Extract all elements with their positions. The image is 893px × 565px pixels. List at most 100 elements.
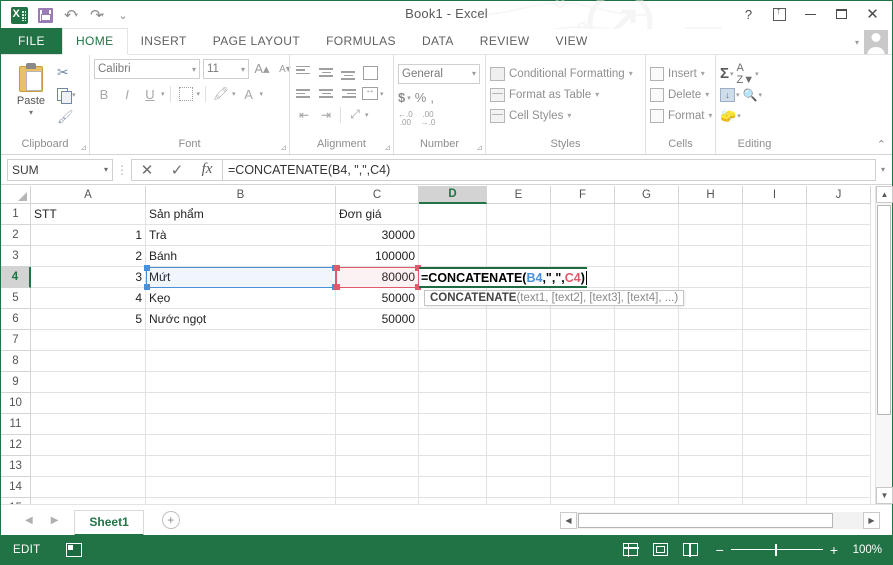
tab-review[interactable]: REVIEW [467, 29, 543, 54]
cell-H9[interactable] [679, 372, 743, 393]
cell-A4[interactable]: 3 [31, 267, 146, 288]
cell-C8[interactable] [336, 351, 419, 372]
cell-G6[interactable] [615, 309, 679, 330]
font-size-input[interactable]: 11 ▾ [203, 59, 249, 79]
font-name-input[interactable]: Calibri ▾ [94, 59, 200, 79]
tab-file[interactable]: FILE [1, 28, 62, 54]
select-all-button[interactable] [1, 186, 31, 204]
in-cell-formula-editor[interactable]: =CONCATENATE(B4, ",",C4) [419, 267, 587, 288]
scroll-right-icon[interactable]: ▶ [863, 512, 880, 529]
normal-view-icon[interactable] [616, 539, 646, 561]
chevron-down-icon[interactable]: ▾ [758, 91, 762, 99]
cell-F1[interactable] [551, 204, 615, 225]
cell-E12[interactable] [487, 435, 551, 456]
horizontal-scrollbar[interactable]: ◀ ▶ [560, 512, 880, 529]
cell-I7[interactable] [743, 330, 807, 351]
cell-F9[interactable] [551, 372, 615, 393]
chevron-down-icon[interactable]: ▾ [730, 70, 734, 78]
cell-D6[interactable] [419, 309, 487, 330]
borders-icon[interactable] [176, 84, 196, 104]
sheet-tab-sheet1[interactable]: Sheet1 [74, 510, 143, 536]
chevron-down-icon[interactable]: ▾ [595, 90, 599, 99]
zoom-slider-thumb[interactable] [775, 544, 777, 556]
cell-H1[interactable] [679, 204, 743, 225]
cell-B5[interactable]: Kẹo [146, 288, 336, 309]
chevron-down-icon[interactable]: ▾ [241, 65, 245, 74]
cell-J13[interactable] [807, 456, 871, 477]
italic-icon[interactable]: I [117, 84, 137, 104]
cell-C14[interactable] [336, 477, 419, 498]
chevron-down-icon[interactable]: ▾ [755, 70, 759, 78]
format-painter-button[interactable]: 🖌 [57, 107, 76, 126]
cancel-formula-icon[interactable]: ✕ [132, 160, 162, 180]
number-dialog-launcher[interactable]: ⊿ [476, 143, 483, 152]
tab-view[interactable]: VIEW [543, 29, 601, 54]
tab-page-layout[interactable]: PAGE LAYOUT [200, 29, 313, 54]
cell-B9[interactable] [146, 372, 336, 393]
cell-F14[interactable] [551, 477, 615, 498]
cell-E10[interactable] [487, 393, 551, 414]
clipboard-dialog-launcher[interactable]: ⊿ [80, 143, 87, 152]
chevron-down-icon[interactable]: ▾ [380, 90, 384, 98]
cell-E8[interactable] [487, 351, 551, 372]
column-header-f[interactable]: F [551, 186, 615, 204]
row-header-14[interactable]: 14 [1, 477, 31, 498]
cell-H7[interactable] [679, 330, 743, 351]
row-header-7[interactable]: 7 [1, 330, 31, 351]
chevron-down-icon[interactable]: ▾ [737, 112, 741, 120]
enter-formula-icon[interactable]: ✓ [162, 160, 192, 180]
next-sheet-icon[interactable]: ▶ [51, 515, 59, 526]
cell-G14[interactable] [615, 477, 679, 498]
row-header-11[interactable]: 11 [1, 414, 31, 435]
find-select-icon[interactable]: 🔍 [743, 88, 758, 102]
chevron-down-icon[interactable]: ▾ [72, 91, 76, 99]
cell-G7[interactable] [615, 330, 679, 351]
cell-H4[interactable] [679, 267, 743, 288]
cell-A9[interactable] [31, 372, 146, 393]
cell-J8[interactable] [807, 351, 871, 372]
align-left-icon[interactable] [294, 84, 314, 104]
cell-A5[interactable]: 4 [31, 288, 146, 309]
cell-I11[interactable] [743, 414, 807, 435]
cell-F7[interactable] [551, 330, 615, 351]
page-layout-view-icon[interactable] [646, 539, 676, 561]
column-header-i[interactable]: I [743, 186, 807, 204]
cell-G13[interactable] [615, 456, 679, 477]
insert-function-icon[interactable]: fx [192, 160, 222, 180]
scroll-left-icon[interactable]: ◀ [560, 512, 577, 529]
chevron-down-icon[interactable]: ▾ [161, 90, 165, 98]
bold-icon[interactable]: B [94, 84, 114, 104]
tab-home[interactable]: HOME [62, 28, 128, 55]
bottom-align-icon[interactable] [338, 63, 358, 83]
cell-D2[interactable] [419, 225, 487, 246]
cell-E14[interactable] [487, 477, 551, 498]
cell-D3[interactable] [419, 246, 487, 267]
row-header-13[interactable]: 13 [1, 456, 31, 477]
cell-A10[interactable] [31, 393, 146, 414]
cell-D9[interactable] [419, 372, 487, 393]
cell-C4[interactable]: 80000 [336, 267, 419, 288]
cell-E6[interactable] [487, 309, 551, 330]
zoom-slider[interactable] [731, 549, 823, 551]
chevron-down-icon[interactable]: ▾ [705, 90, 709, 99]
cell-J14[interactable] [807, 477, 871, 498]
cell-B14[interactable] [146, 477, 336, 498]
cell-C13[interactable] [336, 456, 419, 477]
row-header-4[interactable]: 4 [1, 267, 31, 288]
row-header-6[interactable]: 6 [1, 309, 31, 330]
sort-filter-icon[interactable]: AZ▼ [737, 62, 755, 86]
row-header-5[interactable]: 5 [1, 288, 31, 309]
cell-B4[interactable]: Mứt [146, 267, 336, 288]
cell-D11[interactable] [419, 414, 487, 435]
cell-D7[interactable] [419, 330, 487, 351]
cell-E2[interactable] [487, 225, 551, 246]
help-icon[interactable]: ? [733, 3, 764, 25]
cell-C6[interactable]: 50000 [336, 309, 419, 330]
column-header-a[interactable]: A [31, 186, 146, 204]
cell-C5[interactable]: 50000 [336, 288, 419, 309]
comma-style-icon[interactable]: , [430, 90, 434, 105]
add-sheet-icon[interactable]: + [162, 511, 180, 529]
percent-style-icon[interactable]: % [415, 90, 427, 105]
cell-J3[interactable] [807, 246, 871, 267]
cell-G10[interactable] [615, 393, 679, 414]
